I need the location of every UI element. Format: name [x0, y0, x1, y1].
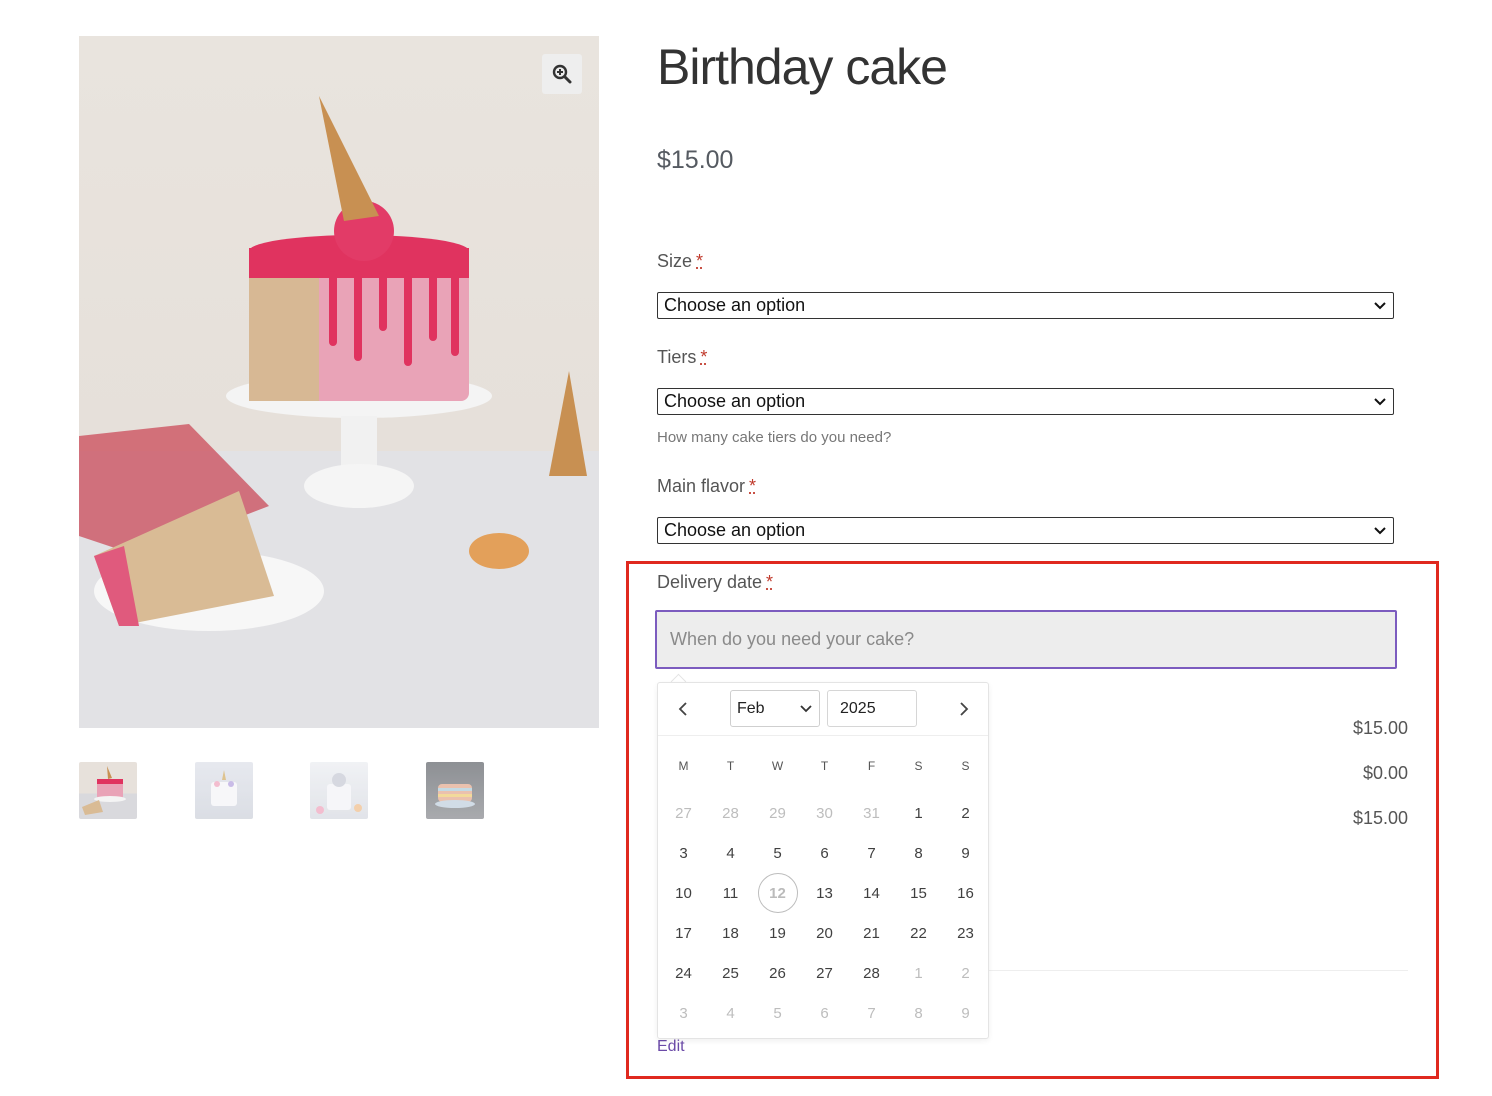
- flavor-select-value: Choose an option: [664, 520, 806, 540]
- flavor-select[interactable]: Choose an option: [657, 517, 1394, 544]
- tiers-select-value: Choose an option: [664, 391, 806, 411]
- tiers-select[interactable]: Choose an option: [657, 388, 1394, 415]
- chevron-down-icon: [1374, 398, 1386, 406]
- chevron-down-icon: [1374, 527, 1386, 535]
- thumbnail-4-image: [435, 784, 475, 808]
- flavor-label-text: Main flavor: [657, 476, 746, 496]
- magnifier-plus-icon: [552, 64, 572, 84]
- thumbnail-2[interactable]: [195, 762, 253, 819]
- chevron-down-icon: [1374, 302, 1386, 310]
- product-price: $15.00: [657, 146, 734, 174]
- cake-photo: [79, 96, 599, 728]
- required-marker: *: [749, 476, 757, 496]
- product-title: Birthday cake: [657, 39, 948, 95]
- thumbnail-1-image: [82, 766, 126, 815]
- size-select[interactable]: Choose an option: [657, 292, 1394, 319]
- required-marker: *: [700, 347, 708, 367]
- size-select-value: Choose an option: [664, 295, 806, 315]
- thumbnail-3-image: [316, 773, 362, 814]
- size-label: Size *: [657, 251, 703, 272]
- required-marker: *: [696, 251, 704, 271]
- zoom-button[interactable]: [542, 54, 582, 94]
- product-main-image[interactable]: [79, 36, 599, 728]
- thumbnail-2-image: [211, 770, 237, 806]
- flavor-label: Main flavor *: [657, 476, 756, 497]
- tiers-label-text: Tiers: [657, 347, 697, 367]
- thumbnail-1[interactable]: [79, 762, 137, 819]
- size-label-text: Size: [657, 251, 693, 271]
- highlight-box: [626, 561, 1439, 1079]
- tiers-label: Tiers *: [657, 347, 707, 368]
- thumbnail-4[interactable]: [426, 762, 484, 819]
- thumbnail-3[interactable]: [310, 762, 368, 819]
- tiers-hint: How many cake tiers do you need?: [657, 429, 892, 446]
